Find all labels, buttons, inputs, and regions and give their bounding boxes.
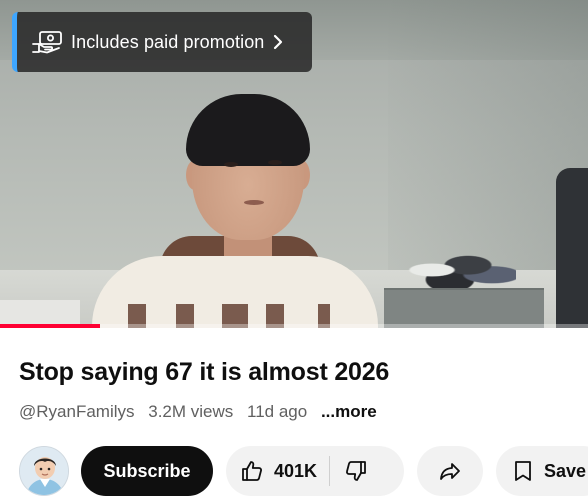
channel-avatar[interactable]: [19, 446, 69, 496]
like-dislike-group: 401K: [226, 446, 404, 496]
action-bar: Subscribe 401K Save: [19, 446, 588, 498]
video-person-eye: [224, 162, 238, 167]
paid-promotion-icon: [31, 30, 63, 54]
video-title[interactable]: Stop saying 67 it is almost 2026: [19, 358, 389, 387]
bookmark-icon: [515, 461, 531, 481]
chevron-right-icon: [270, 33, 286, 51]
dislike-button[interactable]: [330, 446, 382, 496]
paid-promotion-badge[interactable]: Includes paid promotion: [12, 12, 312, 72]
video-clothes-pile: [396, 246, 516, 294]
save-label: Save: [544, 460, 587, 481]
paid-promotion-label: Includes paid promotion: [71, 31, 265, 52]
video-metadata[interactable]: @RyanFamilys 3.2M views 11d ago ...more: [19, 402, 386, 422]
subscribe-button[interactable]: Subscribe: [81, 446, 213, 496]
like-count: 401K: [274, 460, 318, 481]
video-info-panel: Stop saying 67 it is almost 2026 @RyanFa…: [0, 328, 588, 504]
save-button[interactable]: Save: [496, 446, 588, 496]
video-person-eye: [268, 160, 282, 165]
video-cabinet: [384, 288, 544, 328]
upload-age: 11d ago: [247, 402, 308, 421]
share-button[interactable]: [417, 446, 483, 496]
more-link[interactable]: ...more: [321, 402, 377, 421]
like-button[interactable]: 401K: [226, 446, 329, 496]
view-count: 3.2M views: [148, 402, 234, 421]
video-person-hair: [186, 94, 310, 166]
video-person-mouth: [244, 200, 264, 205]
channel-handle[interactable]: @RyanFamilys: [19, 402, 135, 421]
video-player[interactable]: Includes paid promotion: [0, 0, 588, 328]
thumbs-up-icon: [242, 461, 262, 481]
share-icon: [440, 463, 460, 480]
video-chair: [556, 168, 588, 328]
thumbs-down-icon: [346, 461, 366, 481]
